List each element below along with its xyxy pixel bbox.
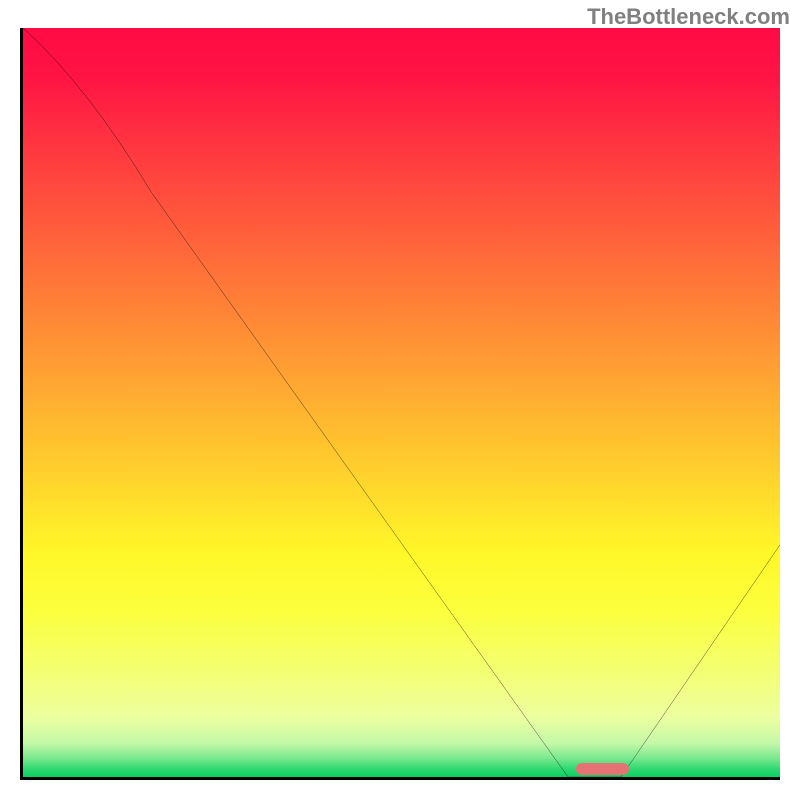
chart-container: TheBottleneck.com bbox=[0, 0, 800, 800]
watermark-text: TheBottleneck.com bbox=[587, 4, 790, 30]
optimal-marker bbox=[576, 763, 629, 775]
plot-area bbox=[20, 28, 780, 780]
bottleneck-curve bbox=[23, 28, 780, 777]
